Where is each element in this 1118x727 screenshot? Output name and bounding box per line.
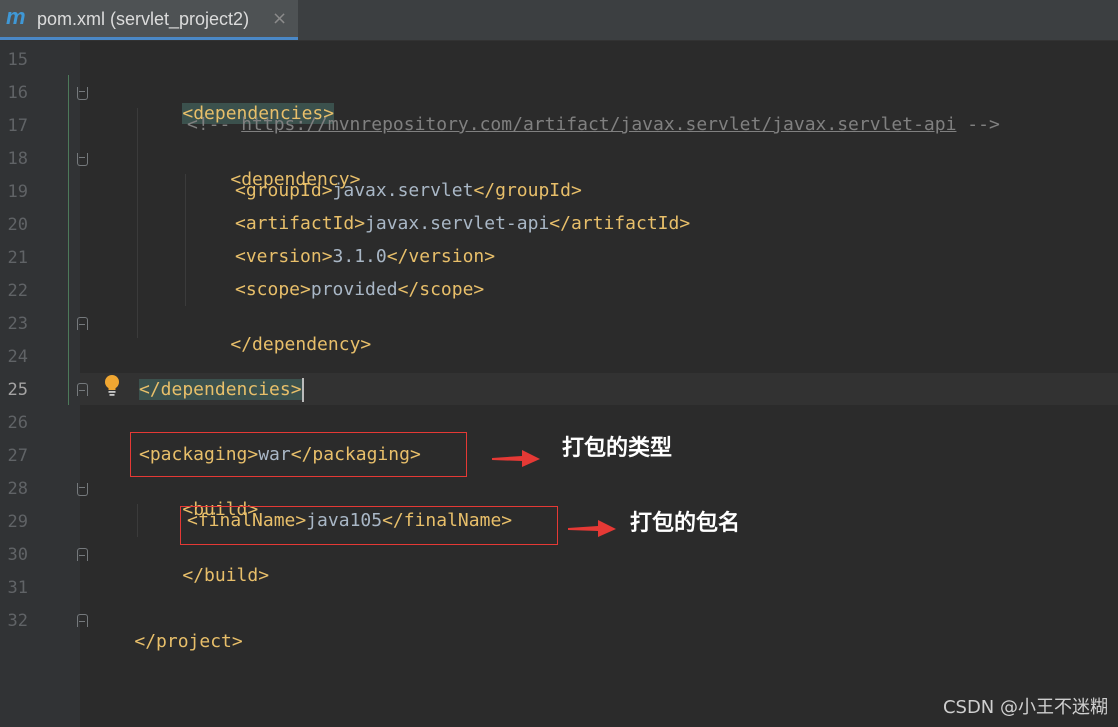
xml-tag: </build> (182, 565, 270, 586)
comment-open: <!-- (187, 114, 242, 135)
close-icon[interactable]: × (272, 8, 287, 29)
tab-title: pom.xml (servlet_project2) (37, 9, 250, 29)
fold-open-icon[interactable] (77, 483, 88, 496)
comment-url-link[interactable]: https://mvnrepository.com/artifact/javax… (241, 114, 956, 135)
code-line-23: </dependency> (187, 312, 371, 378)
code-line-17: <!-- https://mvnrepository.com/artifact/… (187, 114, 1000, 136)
text-caret (301, 378, 304, 402)
arrow-right-icon (568, 520, 616, 537)
xml-value: javax.servlet (332, 180, 474, 201)
lightbulb-icon[interactable] (104, 374, 120, 398)
fold-open-icon[interactable] (77, 153, 88, 166)
indent-guide (137, 504, 138, 537)
line-number: 31 (7, 578, 28, 598)
line-number: 23 (7, 314, 28, 334)
fold-close-icon[interactable] (77, 548, 88, 561)
xml-tag: </dependency> (230, 334, 372, 355)
code-line-22: <scope>provided</scope> (235, 279, 484, 301)
xml-open-tag: <scope> (235, 279, 311, 300)
code-line-30: </build> (139, 543, 269, 609)
line-number: 30 (7, 545, 28, 565)
comment-close: --> (956, 114, 1000, 135)
line-number: 16 (7, 83, 28, 103)
xml-close-tag: </groupId> (473, 180, 582, 201)
line-number-current: 25 (7, 380, 28, 400)
xml-open-tag: <version> (235, 246, 333, 267)
xml-close-tag: </artifactId> (549, 213, 691, 234)
code-line-21: <version>3.1.0</version> (235, 246, 495, 268)
tab-pom-xml[interactable]: m pom.xml (servlet_project2) × (0, 0, 298, 40)
line-number: 29 (7, 512, 28, 532)
finalname-highlight-box (180, 506, 558, 545)
indent-guide (68, 75, 69, 405)
line-number: 32 (7, 611, 28, 631)
line-number: 28 (7, 479, 28, 499)
arrow-right-icon (492, 450, 540, 467)
code-line-20: <artifactId>javax.servlet-api</artifactI… (235, 213, 690, 235)
line-number: 21 (7, 248, 28, 268)
xml-close-tag: </scope> (397, 279, 485, 300)
line-number: 24 (7, 347, 28, 367)
fold-close-icon[interactable] (77, 614, 88, 627)
packaging-highlight-box (130, 432, 467, 477)
indent-guide (185, 174, 186, 306)
line-number: 17 (7, 116, 28, 136)
code-line-19: <groupId>javax.servlet</groupId> (235, 180, 582, 202)
line-number: 27 (7, 446, 28, 466)
xml-close-tag: </version> (386, 246, 496, 267)
xml-tag: </project> (134, 631, 243, 652)
xml-open-tag: <artifactId> (235, 213, 366, 234)
xml-value: 3.1.0 (332, 246, 387, 267)
line-number: 26 (7, 413, 28, 433)
fold-open-icon[interactable] (77, 87, 88, 100)
line-number: 15 (7, 50, 28, 70)
line-number: 20 (7, 215, 28, 235)
xml-open-tag: <groupId> (235, 180, 333, 201)
maven-m-icon: m (6, 4, 26, 29)
line-number: 18 (7, 149, 28, 169)
fold-close-icon[interactable] (77, 383, 88, 396)
indent-guide (137, 108, 138, 338)
xml-value: provided (310, 279, 398, 300)
packaging-note: 打包的类型 (562, 436, 673, 461)
fold-close-icon[interactable] (77, 317, 88, 330)
xml-value: javax.servlet-api (365, 213, 550, 234)
line-number: 19 (7, 182, 28, 202)
line-number: 22 (7, 281, 28, 301)
editor-tab-bar: m pom.xml (servlet_project2) × (0, 0, 1118, 41)
xml-tag: </dependencies> (139, 379, 302, 400)
code-line-32: </project> (91, 609, 243, 675)
watermark: CSDN @小王不迷糊 (942, 697, 1108, 718)
code-line-25: </dependencies> (139, 378, 304, 402)
finalname-note: 打包的包名 (630, 511, 741, 536)
